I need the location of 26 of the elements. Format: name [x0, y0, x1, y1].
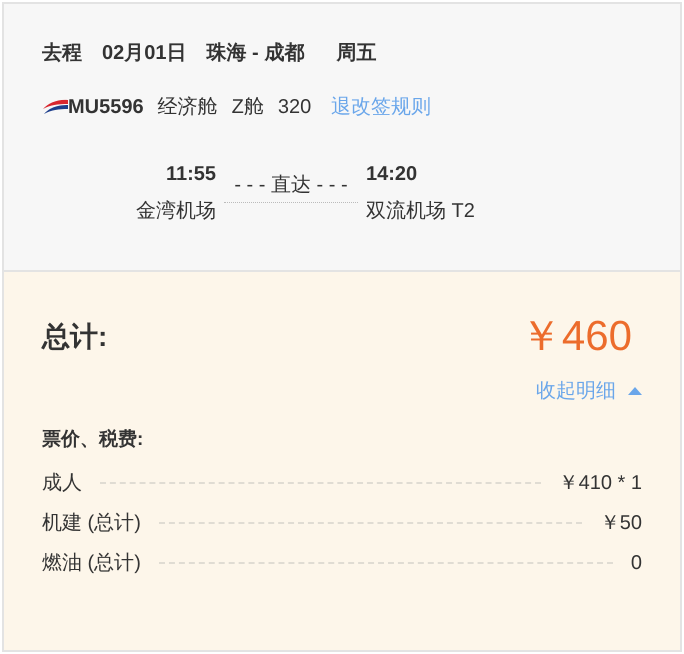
flight-detail-text: Z舱	[232, 95, 264, 120]
fee-value: 0	[630, 550, 642, 576]
trip-info-text: 02月01日	[102, 41, 186, 66]
trip-info-text: 周五	[336, 41, 376, 66]
airline-logo-icon	[42, 97, 68, 117]
departure-airport: 金湾机场	[136, 199, 216, 224]
fee-label: 机建 (总计)	[42, 510, 141, 536]
fee-value: ￥410 * 1	[558, 470, 642, 496]
total-price: ￥460	[520, 312, 632, 360]
trip-info-text: 珠海 - 成都	[206, 41, 304, 66]
flight-detail-text: 经济舱	[158, 95, 218, 120]
arrival-airport: 双流机场 T2	[366, 199, 475, 224]
fee-value: ￥50	[600, 510, 642, 536]
flight-number: MU5596	[68, 95, 144, 120]
direct-flight-label: - - - 直达 - - -	[234, 174, 348, 196]
caret-up-icon	[628, 387, 642, 395]
trip-info-text: 去程	[42, 41, 82, 66]
flight-detail-text: 320	[278, 95, 312, 120]
rules-link[interactable]: 退改签规则	[331, 92, 432, 122]
details-toggle[interactable]: 收起明细	[536, 376, 642, 406]
fee-label: 成人	[42, 470, 82, 496]
fee-label: 燃油 (总计)	[42, 550, 141, 576]
arrival-time: 14:20	[366, 162, 418, 187]
total-label: 总计:	[42, 320, 108, 354]
departure-time: 11:55	[166, 162, 216, 187]
fees-title: 票价、税费:	[42, 428, 144, 452]
